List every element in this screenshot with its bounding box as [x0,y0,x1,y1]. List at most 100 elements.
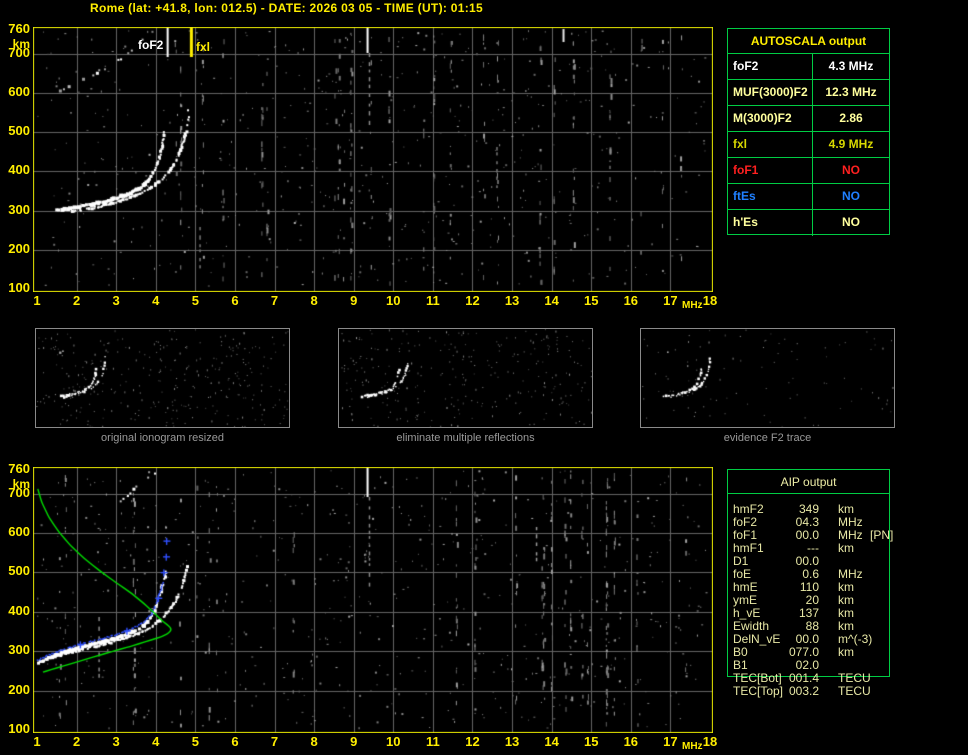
autoscala-table-header: AUTOSCALA output [728,29,889,54]
autoscala-param-label: foF1 [728,158,813,183]
y-tick-label: 100 [8,721,30,736]
x-tick-label: 5 [191,734,199,749]
x-tick-label: 2 [72,293,81,308]
y-tick-label: 760 [8,461,30,476]
x-tick-label: 7 [270,734,279,749]
thumbnail-eliminate-canvas [339,329,592,427]
x-tick-label: 1 [33,734,41,749]
autoscala-param-value: NO [842,215,860,229]
x-tick-label: 7 [270,293,279,308]
table-row: M(3000)F2 2.86 [728,106,889,132]
autoscala-screen: Rome (lat: +41.8, lon: 012.5) - DATE: 20… [0,0,968,755]
y-tick-label: 300 [8,642,30,658]
foF2-marker-label: foF2 [138,38,164,52]
y-tick-label: 700 [8,44,30,60]
ionogram-bottom-plot [33,467,713,733]
autoscala-table-rows: foF2 4.3 MHz MUF(3000)F2 12.3 MHz M(3000)F2 2… [728,54,889,236]
aip-param-extra: [PN] [870,528,894,542]
thumbnail-caption-eliminate: eliminate multiple reflections [396,432,535,444]
x-tick-label: 3 [112,734,120,749]
aip-param-unit: km [838,645,854,659]
x-tick-label: 9 [350,734,358,749]
x-tick-label: 15 [584,734,599,749]
table-row: foF2 4.3 MHz [728,54,889,80]
y-tick-label: 400 [8,162,30,178]
y-tick-label: 600 [8,83,30,99]
thumbnail-eliminate-reflections [338,328,593,428]
x-tick-label: 18 [702,293,718,308]
autoscala-param-label: foF2 [728,54,813,79]
y-tick-label: 200 [8,240,30,256]
x-tick-label: 8 [310,293,318,308]
y-tick-label: 700 [8,484,30,500]
x-tick-label: 16 [623,293,639,308]
table-row: fxl 4.9 MHz [728,132,889,158]
autoscala-param-label: h'Es [728,210,813,236]
fxl-marker-label: fxl [196,40,211,54]
table-row: h'Es NO [728,210,889,236]
x-tick-label: 15 [584,293,599,308]
table-row: ftEs NO [728,184,889,210]
autoscala-param-label: M(3000)F2 [728,106,813,131]
y-tick-label: 760 [8,21,30,36]
thumbnail-original-canvas [36,329,289,427]
thumbnail-caption-evidence: evidence F2 trace [723,432,812,444]
y-tick-label: 500 [8,563,30,579]
page-title: Rome (lat: +41.8, lon: 012.5) - DATE: 20… [90,1,483,15]
y-tick-label: 300 [8,201,30,217]
list-item: TEC[Top] 003.2 TECU [733,685,888,698]
x-tick-label: 13 [504,734,520,749]
y-tick-label: 400 [8,602,30,618]
autoscala-param-value: 12.3 MHz [825,85,877,99]
y-tick-label: 200 [8,681,30,697]
aip-param-value: 003.2 [788,684,819,698]
ionogram-top-plot [33,27,713,292]
x-tick-label: 1 [33,293,41,308]
y-tick-label: 600 [8,524,30,540]
autoscala-param-label: fxl [728,132,813,157]
autoscala-param-label: MUF(3000)F2 [728,80,813,105]
thumbnail-evidence-f2 [640,328,895,428]
autoscala-param-value: NO [842,189,860,203]
x-tick-label: 11 [426,734,440,749]
x-tick-label: 2 [72,734,81,749]
thumbnail-original-ionogram [35,328,290,428]
x-tick-label: 17 [663,293,678,308]
aip-param-unit: km [838,541,854,555]
table-row: MUF(3000)F2 12.3 MHz [728,80,889,106]
x-tick-label: 14 [544,734,559,749]
aip-panel-header: AIP output [728,470,889,494]
x-tick-label: 13 [504,293,520,308]
x-tick-label: 6 [231,734,239,749]
autoscala-param-value: 2.86 [839,111,863,125]
y-tick-label: 500 [8,123,30,139]
x-tick-label: 10 [386,293,401,308]
x-tick-label: 4 [152,293,160,308]
x-tick-label: 12 [465,293,480,308]
x-tick-label: 5 [191,293,199,308]
x-tick-label: 16 [623,734,639,749]
x-tick-label: 11 [426,293,440,308]
table-row: foF1 NO [728,158,889,184]
aip-param-unit: TECU [838,684,871,698]
x-tick-label: 6 [231,293,239,308]
ionogram-bottom-canvas [33,467,713,733]
x-tick-label: 18 [702,734,718,749]
autoscala-param-value: NO [842,163,860,177]
x-tick-label: 9 [350,293,358,308]
x-tick-label: 4 [152,734,160,749]
x-tick-label: 14 [544,293,559,308]
y-tick-label: 100 [8,280,30,295]
x-tick-label: 10 [386,734,401,749]
x-tick-label: 3 [112,293,120,308]
autoscala-param-value: 4.9 MHz [828,137,874,151]
ionogram-top-canvas [33,27,713,292]
autoscala-output-table: AUTOSCALA output foF2 4.3 MHz MUF(3000)F2 1… [727,28,890,236]
x-tick-label: 8 [310,734,318,749]
x-tick-label: 17 [663,734,678,749]
aip-output-rows: hmF2 349 km foF2 04.3 MHz foF1 00.0 MHz [PN] hmF1-… [733,503,893,698]
x-tick-label: 12 [465,734,480,749]
thumbnail-evidence-canvas [641,329,894,427]
autoscala-param-value: 4.3 MHz [828,59,874,73]
autoscala-param-label: ftEs [728,184,813,209]
